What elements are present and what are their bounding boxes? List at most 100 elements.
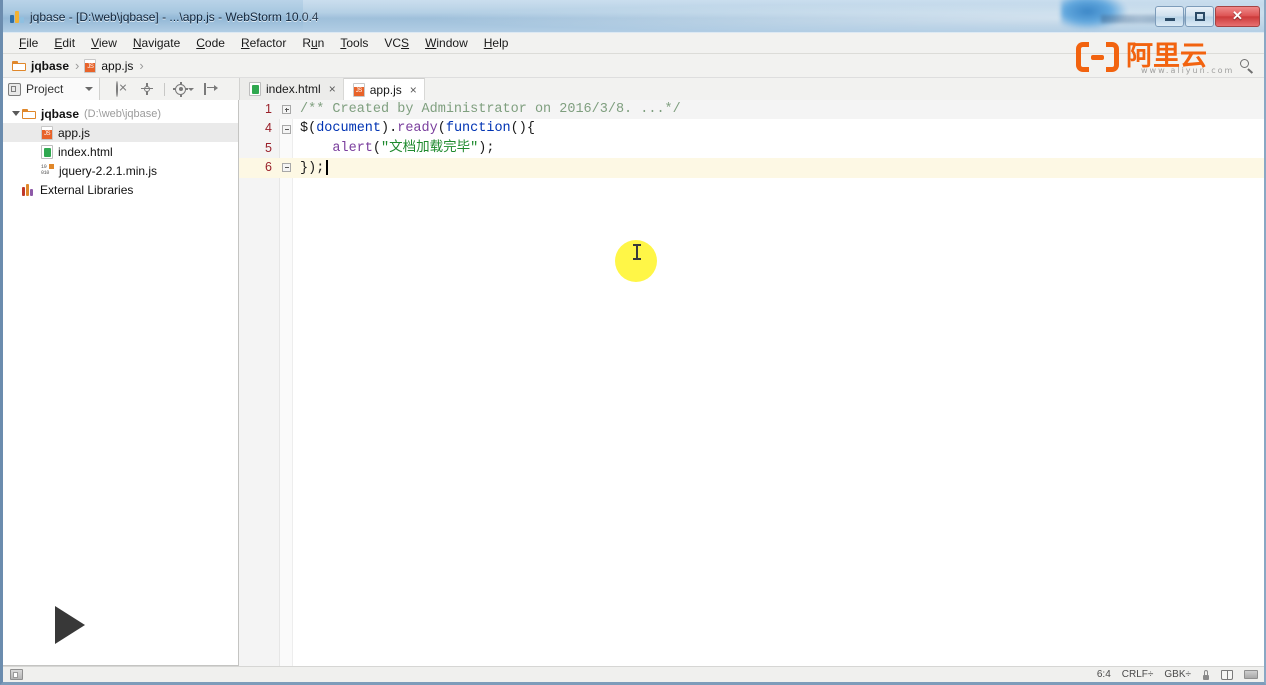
menu-bar: File Edit View Navigate Code Refactor Ru… <box>3 33 1264 54</box>
close-icon[interactable]: × <box>329 83 336 95</box>
line-separator[interactable]: CRLF÷ <box>1122 669 1154 680</box>
caret-position[interactable]: 6:4 <box>1097 669 1111 680</box>
minimize-button[interactable] <box>1155 5 1184 27</box>
code-token: ( <box>437 121 446 137</box>
lock-icon[interactable] <box>1202 669 1210 680</box>
encoding[interactable]: GBK÷ <box>1164 669 1191 680</box>
settings-gear-icon[interactable] <box>173 81 195 97</box>
webstorm-icon <box>9 9 25 25</box>
code-line-current[interactable]: 6 }); <box>239 158 1264 178</box>
menu-item-edit[interactable]: Edit <box>46 33 83 53</box>
folder-icon <box>22 108 36 119</box>
window-controls: ✕ <box>1154 5 1260 27</box>
menu-label: indow <box>436 36 468 50</box>
title-bar: jqbase - [D:\web\jqbase] - ...\app.js - … <box>3 0 1264 33</box>
code-token: }); <box>300 160 325 176</box>
menu-label: ile <box>26 36 39 50</box>
collapse-all-icon[interactable] <box>116 80 131 97</box>
status-bar: 6:4 CRLF÷ GBK÷ <box>3 666 1264 682</box>
maximize-button[interactable] <box>1185 5 1214 27</box>
js-file-icon <box>352 82 365 97</box>
code-editor[interactable]: 1 /** Created by Administrator on 2016/3… <box>239 100 1264 666</box>
line-content: /** Created by Administrator on 2016/3/8… <box>293 100 681 119</box>
comment-token: /** Created by Administrator on 2016/3/8… <box>300 102 681 117</box>
tool-window-tab-strip: Project <box>3 78 239 100</box>
close-icon[interactable]: × <box>410 84 417 96</box>
menu-item-refactor[interactable]: Refactor <box>233 33 294 53</box>
editor-tab-bar: index.html × app.js × <box>239 78 1264 100</box>
chevron-down-icon[interactable] <box>85 87 94 91</box>
menu-label: iew <box>98 36 117 50</box>
code-line[interactable]: 4 $(document).ready(function(){ <box>239 119 1264 138</box>
tool-window-actions <box>100 80 219 97</box>
code-token: $( <box>300 121 317 137</box>
toolbar-divider <box>164 82 166 96</box>
code-line[interactable]: 1 /** Created by Administrator on 2016/3… <box>239 100 1264 120</box>
menu-item-window[interactable]: Window <box>417 33 476 53</box>
title-bar-haze <box>303 0 1264 33</box>
tree-node-jquery-min-js[interactable]: 10 010 jquery-2.2.1.min.js <box>3 161 238 180</box>
menu-item-help[interactable]: Help <box>476 33 517 53</box>
tree-node-label: jquery-2.2.1.min.js <box>59 163 158 178</box>
line-number: 4 <box>265 121 272 136</box>
menu-label: avigate <box>141 36 181 50</box>
menu-item-navigate[interactable]: Navigate <box>125 33 188 53</box>
tree-node-label: External Libraries <box>40 182 134 197</box>
menu-label: dit <box>62 36 76 50</box>
menu-item-view[interactable]: View <box>83 33 125 53</box>
tool-window-tab-label: Project <box>26 82 64 96</box>
line-number: 5 <box>265 140 272 155</box>
fold-marker-icon[interactable] <box>280 105 293 115</box>
play-button-icon[interactable] <box>55 606 85 644</box>
html-file-icon <box>249 82 261 96</box>
menu-item-vcs[interactable]: VCS <box>376 33 417 53</box>
scroll-from-source-icon[interactable] <box>140 82 155 97</box>
code-line[interactable]: 5 alert("文档加载完毕"); <box>239 139 1264 158</box>
window-title: jqbase - [D:\web\jqbase] - ...\app.js - … <box>30 9 319 24</box>
breadcrumb-separator: › <box>75 58 80 73</box>
close-button[interactable]: ✕ <box>1215 5 1260 27</box>
breadcrumb-separator: › <box>139 58 144 73</box>
editor-tab-app-js[interactable]: app.js × <box>343 78 425 100</box>
menu-item-code[interactable]: Code <box>188 33 233 53</box>
tree-node-path: (D:\web\jqbase) <box>84 107 162 120</box>
tree-node-label: jqbase <box>41 106 80 121</box>
code-token: document <box>316 121 382 137</box>
js-file-icon <box>84 58 97 73</box>
fold-marker-icon[interactable] <box>280 163 293 173</box>
html-file-icon <box>41 144 53 159</box>
hide-panel-icon[interactable] <box>203 82 219 97</box>
folder-icon <box>12 60 26 71</box>
libraries-icon <box>22 183 35 196</box>
tree-node-external-libraries[interactable]: External Libraries <box>3 180 238 199</box>
background-tasks-icon[interactable] <box>1244 670 1258 679</box>
string-token: "文档加载完毕" <box>381 140 479 156</box>
menu-label: n <box>317 36 325 50</box>
tree-node-label: index.html <box>58 144 113 159</box>
reader-mode-icon[interactable] <box>1221 669 1233 680</box>
tabs-row: Project index.html × JS app.js × <box>3 78 1264 100</box>
editor-gutter <box>239 100 280 666</box>
breadcrumb-item-project[interactable]: jqbase <box>12 59 69 73</box>
click-highlight-bubble <box>615 240 657 282</box>
search-icon[interactable] <box>1237 57 1256 76</box>
code-token: ). <box>381 121 398 137</box>
menu-item-file[interactable]: File <box>11 33 46 53</box>
js-file-icon <box>41 125 53 140</box>
menu-item-run[interactable]: Run <box>294 33 332 53</box>
menu-item-tools[interactable]: Tools <box>332 33 376 53</box>
expand-arrow-icon[interactable] <box>9 111 22 116</box>
project-icon <box>8 82 21 96</box>
editor-tab-label: app.js <box>369 82 402 97</box>
tree-node-index-html[interactable]: index.html <box>3 142 238 161</box>
memory-indicator-icon[interactable] <box>10 669 23 680</box>
tree-node-jqbase[interactable]: jqbase (D:\web\jqbase) <box>3 104 238 123</box>
tool-window-tab-project[interactable]: Project <box>3 78 101 100</box>
status-bar-right: 6:4 CRLF÷ GBK÷ <box>1097 667 1258 682</box>
tree-node-app-js[interactable]: app.js <box>3 123 238 142</box>
webstorm-window: jqbase - [D:\web\jqbase] - ...\app.js - … <box>0 0 1266 685</box>
title-bar-logo-blob <box>1061 0 1127 30</box>
fold-marker-icon[interactable] <box>280 124 293 134</box>
editor-tab-index-html[interactable]: index.html × <box>240 78 344 100</box>
breadcrumb-item-file[interactable]: app.js <box>84 58 133 73</box>
